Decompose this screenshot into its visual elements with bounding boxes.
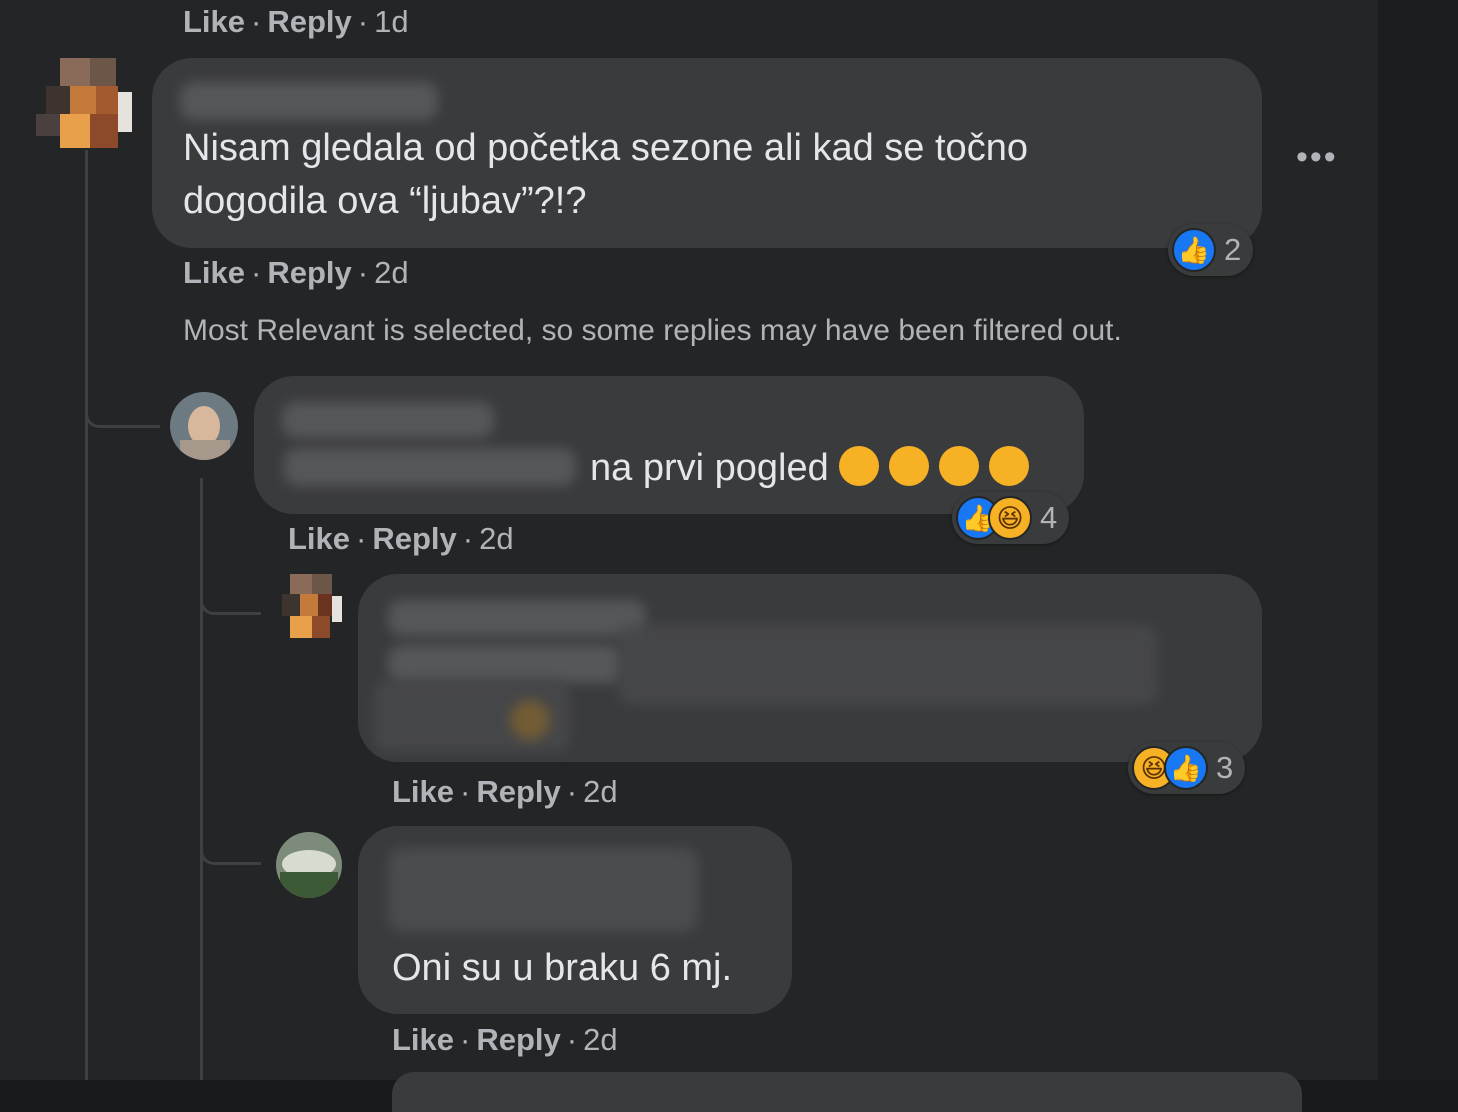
reply-link[interactable]: Reply [267, 255, 351, 290]
reply-text: Oni su u braku 6 mj. [392, 947, 733, 989]
side-gutter [1378, 0, 1458, 1080]
top-comment-actions: Like · Reply · 1d [183, 4, 409, 39]
reply-link[interactable]: Reply [372, 521, 456, 556]
reaction-summary[interactable]: 😆 👍 3 [1128, 742, 1246, 794]
reaction-summary[interactable]: 👍 😆 4 [952, 492, 1070, 544]
smirking-face-emoji [838, 445, 879, 486]
like-link[interactable]: Like [288, 521, 350, 556]
comment-actions: Like · Reply · 2d [183, 255, 409, 290]
upside-down-face-emoji [938, 445, 979, 486]
thread-connector-reply2 [200, 560, 261, 615]
mention-redacted [388, 645, 623, 683]
reaction-count: 3 [1216, 750, 1234, 785]
like-reaction-icon: 👍 [1164, 746, 1208, 790]
reply-actions: Like · Reply · 2d [288, 521, 514, 556]
timestamp[interactable]: 2d [583, 774, 617, 809]
comment-text-line2: dogodila ova “ljubav”?!? [183, 180, 587, 222]
upside-down-face-emoji [988, 445, 1029, 486]
mention-redacted [284, 448, 576, 486]
text-redacted [618, 625, 1158, 705]
reaction-count: 2 [1224, 232, 1242, 267]
like-link[interactable]: Like [392, 774, 454, 809]
filter-notice: Most Relevant is selected, so some repli… [183, 314, 1122, 347]
commenter-avatar[interactable] [36, 58, 136, 158]
reply-avatar[interactable] [276, 832, 342, 898]
smirking-face-emoji [888, 445, 929, 486]
reply-text: na prvi pogled [590, 442, 1029, 495]
thread-connector-reply1 [85, 370, 160, 428]
like-reaction-icon: 👍 [1172, 228, 1216, 272]
reply-text-content: na prvi pogled [590, 447, 829, 489]
author-name-redacted [282, 402, 494, 438]
reply-link[interactable]: Reply [476, 774, 560, 809]
thread-line-main [85, 150, 88, 1080]
author-name-redacted [388, 600, 646, 636]
reply-avatar[interactable] [170, 392, 238, 460]
timestamp[interactable]: 2d [583, 1022, 617, 1057]
reply-actions: Like · Reply · 2d [392, 774, 618, 809]
like-link[interactable]: Like [183, 255, 245, 290]
author-and-mention-redacted [388, 848, 698, 932]
comment-text-line1: Nisam gledala od početka sezone ali kad … [183, 127, 1028, 169]
like-link[interactable]: Like [183, 4, 245, 39]
like-link[interactable]: Like [392, 1022, 454, 1057]
haha-reaction-icon: 😆 [988, 496, 1032, 540]
next-reply-bubble [392, 1072, 1302, 1112]
reaction-summary[interactable]: 👍 2 [1168, 224, 1254, 276]
reply-link[interactable]: Reply [267, 4, 351, 39]
timestamp[interactable]: 1d [374, 4, 408, 39]
timestamp[interactable]: 2d [374, 255, 408, 290]
reply-actions: Like · Reply · 2d [392, 1022, 618, 1057]
reaction-count: 4 [1040, 500, 1058, 535]
reply-avatar[interactable] [276, 574, 342, 640]
emoji-redacted [510, 700, 550, 740]
thread-connector-reply3 [200, 810, 261, 865]
author-name-redacted [180, 82, 438, 120]
more-options-icon[interactable]: ••• [1296, 138, 1338, 177]
reply-link[interactable]: Reply [476, 1022, 560, 1057]
timestamp[interactable]: 2d [479, 521, 513, 556]
